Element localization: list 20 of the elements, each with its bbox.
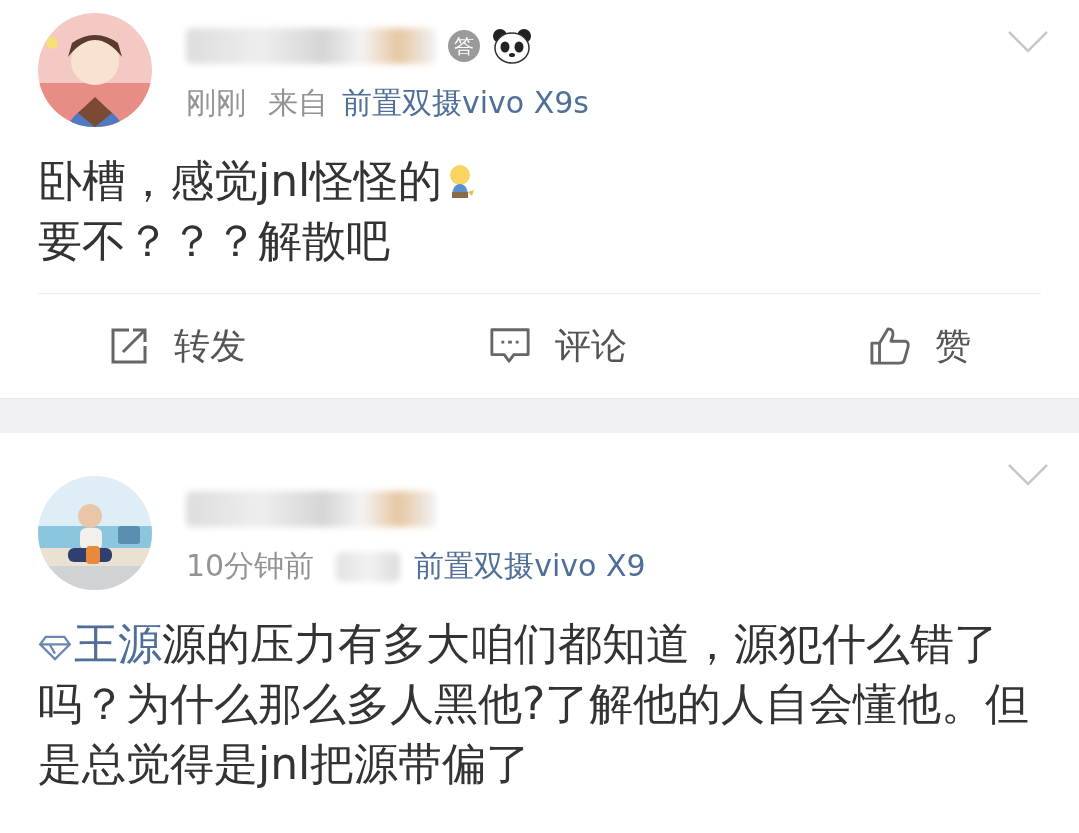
- diamond-icon: [38, 635, 72, 661]
- chevron-down-icon[interactable]: [1007, 30, 1049, 54]
- repost-button[interactable]: 转发: [108, 321, 246, 371]
- like-button[interactable]: 赞: [869, 321, 971, 371]
- medal-icon: 答: [448, 30, 480, 62]
- post-text: 要不？？？解散吧: [38, 214, 390, 268]
- chevron-down-icon[interactable]: [1007, 463, 1049, 487]
- device-link[interactable]: 前置双摄vivo X9: [414, 546, 646, 587]
- post-time: 刚刚: [186, 84, 246, 122]
- comment-icon: [488, 326, 531, 366]
- topic-link[interactable]: 王源: [38, 618, 162, 669]
- post-text: 王源源的压力有多大咱们都知道，源犯什么错了吗？为什么那么多人黑他?了解他的人自会懂他。但是总觉得是jnl把源带偏了: [38, 617, 1031, 791]
- thumbs-up-icon: [869, 326, 911, 366]
- source-prefix: 来自: [268, 84, 328, 122]
- comment-button[interactable]: 评论: [488, 321, 627, 371]
- device-link[interactable]: 前置双摄vivo X9s: [342, 83, 589, 124]
- redacted-text: [336, 551, 401, 582]
- panda-icon: [492, 28, 532, 64]
- post-time: 10分钟前: [186, 547, 315, 585]
- post-text: 卧槽，感觉jnl怪怪的: [38, 154, 443, 208]
